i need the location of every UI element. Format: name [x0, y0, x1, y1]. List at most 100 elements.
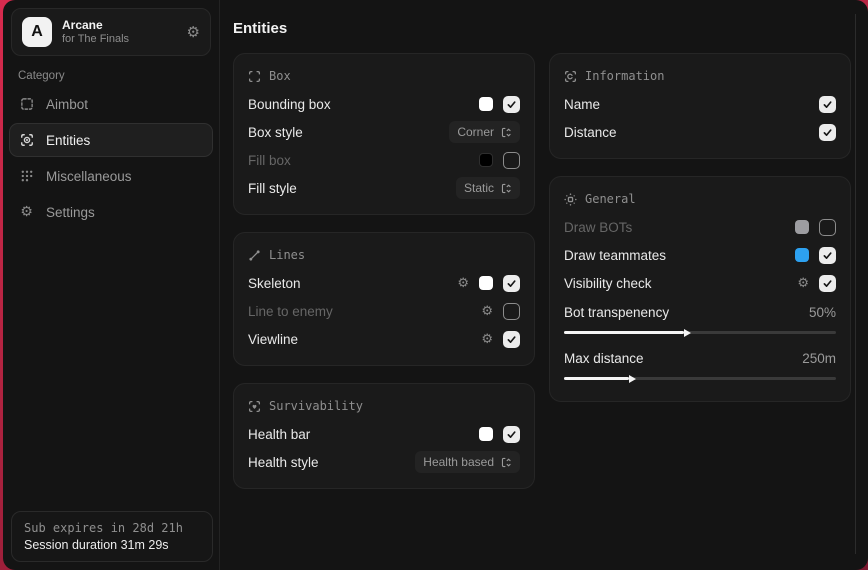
dropdown-value: Corner: [457, 125, 494, 139]
row-label: Visibility check: [564, 275, 652, 291]
slider-value: 250m: [802, 350, 836, 366]
color-swatch-bounding-box[interactable]: [479, 97, 493, 111]
checkbox-viewline[interactable]: [503, 330, 520, 348]
row-draw-teammates: Draw teammates: [564, 241, 836, 269]
app-window: A Arcane for The Finals ⚙ Category Aimbo…: [3, 0, 868, 570]
card-box: Box Bounding box Box style Corner Fill box Fi…: [233, 53, 535, 215]
checkbox-distance[interactable]: [819, 123, 836, 141]
row-skeleton: Skeleton ⚙: [248, 269, 520, 297]
gear-icon[interactable]: ⚙: [797, 276, 809, 291]
sidebar-nav: Aimbot Entities Miscellaneous ⚙ Settings: [3, 86, 219, 230]
card-header: Information: [564, 64, 836, 88]
gear-icon[interactable]: ⚙: [481, 332, 493, 347]
scan-eye-icon: [19, 133, 34, 147]
checkbox-health-bar[interactable]: [503, 425, 520, 443]
row-label: Health style: [248, 454, 319, 470]
scrollbar[interactable]: [855, 14, 856, 554]
slider-value: 50%: [808, 304, 836, 320]
row-label: Bounding box: [248, 96, 331, 112]
card-survivability: Survivability Health bar Health style Healt…: [233, 383, 535, 489]
row-controls: ⚙: [481, 302, 520, 320]
gear-icon[interactable]: ⚙: [481, 304, 493, 319]
dropdown-fill-style[interactable]: Static: [455, 177, 520, 199]
row-bounding-box: Bounding box: [248, 90, 520, 118]
slider-bot-transpenency[interactable]: [564, 328, 836, 337]
sidebar-item-label: Entities: [46, 132, 91, 148]
row-controls: [795, 246, 836, 264]
row-label: Line to enemy: [248, 303, 333, 319]
row-health-style: Health style Health based: [248, 448, 520, 476]
checkbox-draw-teammates[interactable]: [819, 246, 836, 264]
dropdown-health-style[interactable]: Health based: [415, 451, 520, 473]
row-health-bar: Health bar: [248, 420, 520, 448]
unfold-icon: [501, 183, 512, 194]
row-controls: ⚙: [797, 274, 836, 292]
sidebar-item-aimbot[interactable]: Aimbot: [9, 87, 213, 121]
row-label: Draw teammates: [564, 247, 667, 263]
session-footer-card: Sub expires in 28d 21h Session duration …: [11, 511, 213, 562]
row-label: Max distance: [564, 350, 644, 366]
main-panel: Entities Box Bounding box Box style Corner F…: [220, 0, 868, 570]
checkbox-draw-bots[interactable]: [819, 218, 836, 236]
checkbox-visibility-check[interactable]: [819, 274, 836, 292]
checkbox-bounding-box[interactable]: [503, 95, 520, 113]
row-controls: [819, 95, 836, 113]
card-header: Box: [248, 64, 520, 88]
gear-icon[interactable]: ⚙: [457, 276, 469, 291]
row-distance: Distance: [564, 118, 836, 146]
app-logo: A: [22, 17, 52, 47]
heart-scan-icon: [248, 400, 261, 413]
color-swatch-fill-box[interactable]: [479, 153, 493, 167]
dropdown-value: Static: [463, 181, 494, 195]
app-header-card: A Arcane for The Finals ⚙: [11, 8, 211, 56]
row-label: Viewline: [248, 331, 299, 347]
row-label: Name: [564, 96, 601, 112]
dropdown-box-style[interactable]: Corner: [449, 121, 520, 143]
row-label: Distance: [564, 124, 617, 140]
row-label: Fill box: [248, 152, 291, 168]
row-label: Health bar: [248, 426, 311, 442]
row-label: Bot transpenency: [564, 304, 670, 320]
color-swatch-skeleton[interactable]: [479, 276, 493, 290]
app-settings-gear-icon[interactable]: ⚙: [187, 23, 200, 41]
row-controls: Health based: [415, 451, 520, 473]
color-swatch-draw-teammates[interactable]: [795, 248, 809, 262]
card-header: Survivability: [248, 394, 520, 418]
row-controls: [479, 151, 520, 169]
checkbox-name[interactable]: [819, 95, 836, 113]
row-name: Name: [564, 90, 836, 118]
sidebar-item-label: Settings: [46, 204, 95, 220]
grid-dots-icon: [19, 169, 34, 183]
color-swatch-draw-bots[interactable]: [795, 220, 809, 234]
card-title: Survivability: [269, 399, 363, 413]
checkbox-skeleton[interactable]: [503, 274, 520, 292]
cards-columns: Box Bounding box Box style Corner Fill box Fi…: [233, 53, 851, 489]
sidebar-item-entities[interactable]: Entities: [9, 123, 213, 157]
row-fill-box: Fill box: [248, 146, 520, 174]
sidebar-item-settings[interactable]: ⚙ Settings: [9, 195, 213, 229]
slider-row-bot-transpenency: Bot transpenency 50%: [564, 297, 836, 343]
row-draw-bots: Draw BOTs: [564, 213, 836, 241]
row-label: Box style: [248, 124, 303, 140]
card-title: Box: [269, 69, 291, 83]
cards-column: Box Bounding box Box style Corner Fill box Fi…: [233, 53, 535, 489]
card-title: Lines: [269, 248, 306, 262]
sidebar-item-label: Miscellaneous: [46, 168, 132, 184]
app-subtitle: for The Finals: [62, 32, 130, 45]
slider-row-max-distance: Max distance 250m: [564, 343, 836, 389]
dashed-box-icon: [19, 97, 34, 111]
card-header: General: [564, 187, 836, 211]
checkbox-fill-box[interactable]: [503, 151, 520, 169]
checkbox-line-to-enemy[interactable]: [503, 302, 520, 320]
row-fill-style: Fill style Static: [248, 174, 520, 202]
page-title: Entities: [233, 20, 288, 37]
slider-max-distance[interactable]: [564, 374, 836, 383]
color-swatch-health-bar[interactable]: [479, 427, 493, 441]
row-controls: [479, 95, 520, 113]
card-title: General: [585, 192, 636, 206]
sidebar-item-miscellaneous[interactable]: Miscellaneous: [9, 159, 213, 193]
focus-icon: [564, 192, 577, 206]
sub-expiry-text: Sub expires in 28d 21h: [24, 521, 183, 535]
cards-column: Information Name Distance General Draw BOTs D…: [549, 53, 851, 402]
row-label: Draw BOTs: [564, 219, 633, 235]
